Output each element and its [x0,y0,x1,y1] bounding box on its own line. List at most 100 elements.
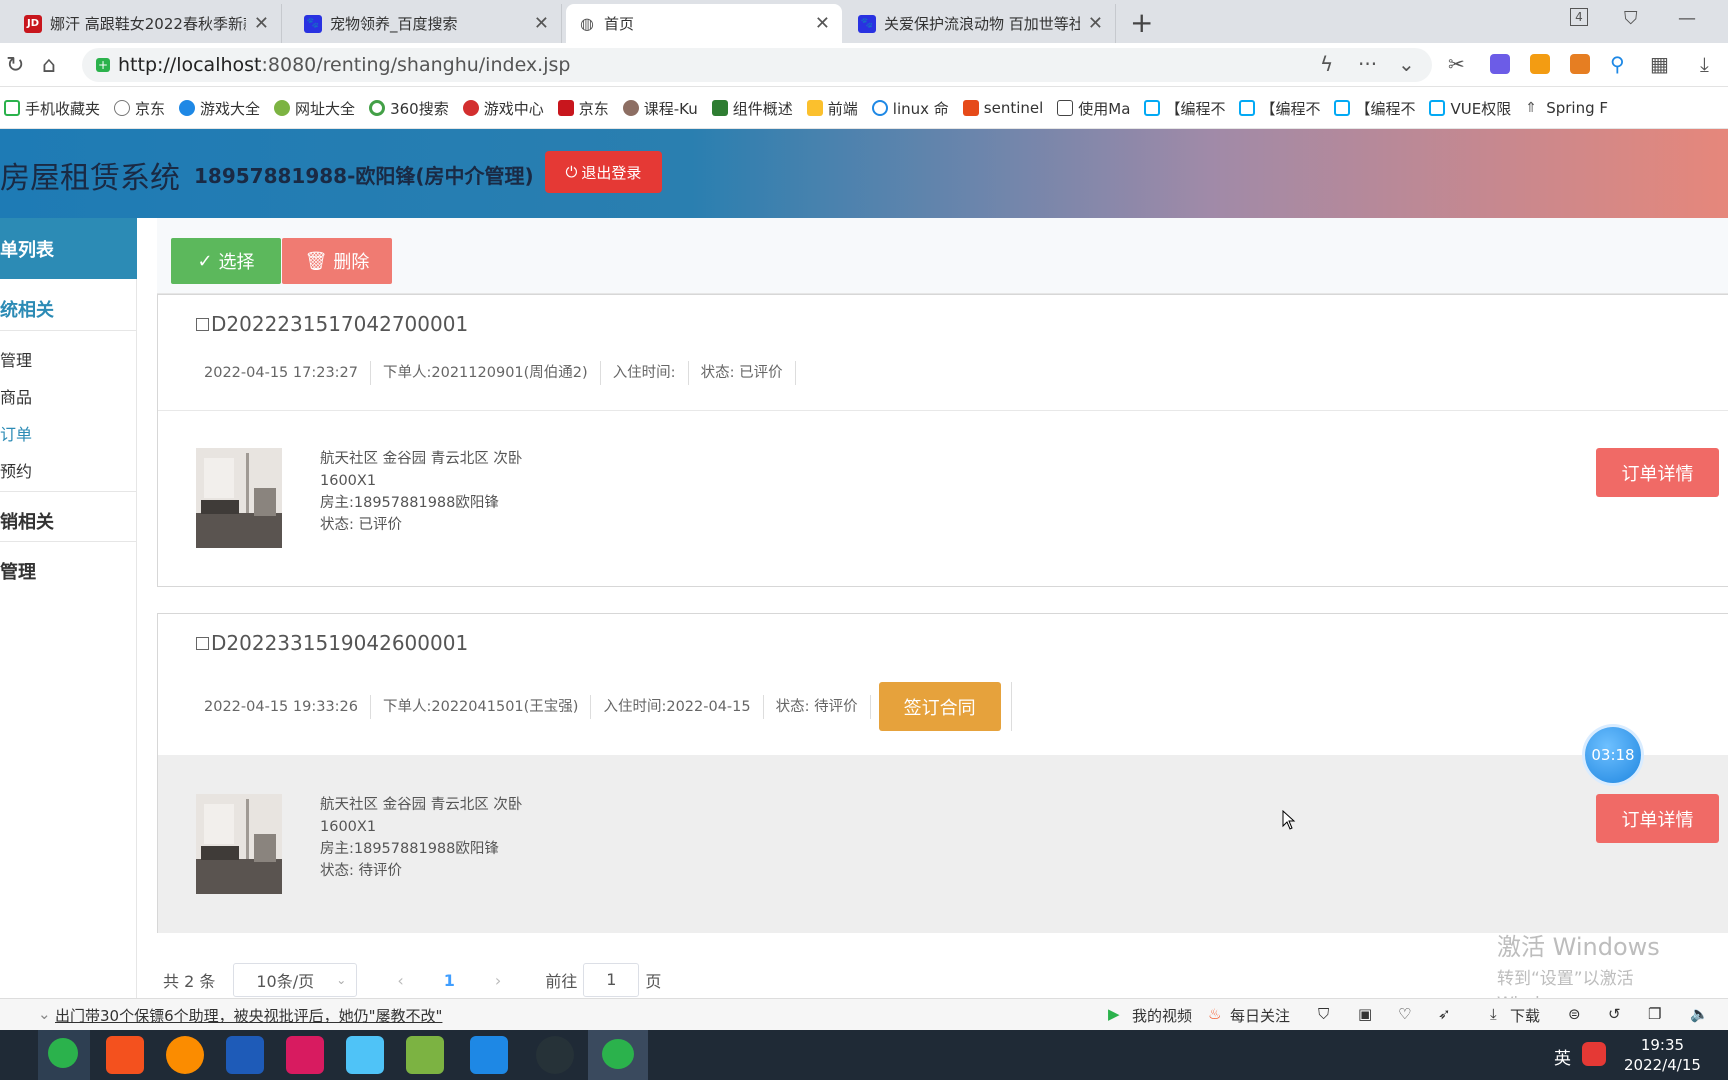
bookmark[interactable]: 360搜索 [369,98,449,119]
window-icon[interactable]: ❐ [1648,1005,1661,1023]
page-size-select[interactable]: 10条/页 ⌄ [233,963,358,997]
bookmark[interactable]: 【编程不 [1144,98,1225,119]
bookmark[interactable]: ⇑ Spring F [1525,99,1608,117]
my-video-link[interactable]: 我的视频 [1132,1005,1192,1026]
close-tab-icon[interactable]: ✕ [534,13,549,34]
order-checkbox[interactable] [196,317,209,331]
download-icon: ⤓ [1490,1005,1497,1023]
order-status: 状态: 已评价 [320,517,402,533]
search-icon[interactable]: ⚲ [1610,52,1625,76]
qq-icon[interactable] [536,1036,574,1074]
house-info: 航天社区 金谷园 青云北区 次卧 1600X1 房主:18957881988欧阳… [320,448,522,536]
home-icon[interactable]: ⌂ [42,53,56,78]
prev-page-icon[interactable]: ‹ [397,971,403,990]
divider [0,541,137,542]
search-app-icon[interactable] [106,1036,144,1074]
bookmark[interactable]: 【编程不 [1239,98,1320,119]
next-page-icon[interactable]: › [495,971,501,990]
close-tab-icon[interactable]: ✕ [254,13,269,34]
sidebar-item[interactable]: 预约 [0,458,32,482]
sidebar-item[interactable]: 商品 [0,384,32,408]
settings-icon[interactable]: ⊜ [1568,1005,1581,1023]
bookmark[interactable]: 京东 [557,98,609,119]
select-button[interactable]: ✓ 选择 [171,238,281,284]
close-tab-icon[interactable]: ✕ [1088,13,1103,34]
translate-icon[interactable] [1490,54,1510,74]
order-detail-button[interactable]: 订单详情 [1596,448,1719,497]
logout-button[interactable]: ⏻ 退出登录 [545,151,662,193]
apps-icon[interactable]: ▦ [1650,52,1669,76]
wechat-taskbar-app[interactable] [588,1030,648,1080]
chevron-down-icon[interactable]: ⌄ [1398,52,1415,76]
download-icon[interactable]: ⤓ [1700,52,1709,76]
delete-button[interactable]: 🗑 删除 [282,238,392,284]
volume-icon[interactable]: 🔈 [1690,1005,1709,1023]
app-icon[interactable] [406,1036,444,1074]
daily-focus-link[interactable]: 每日关注 [1230,1005,1290,1026]
bookmark[interactable]: 手机收藏夹 [4,98,100,119]
goto-page-input[interactable]: 1 [583,963,640,997]
browser-tab[interactable]: JD 娜汗 高跟鞋女2022春秋季新款 ✕ [12,4,282,43]
minimize-button[interactable]: — [1678,8,1696,29]
notepad-icon[interactable] [346,1036,384,1074]
bookmark[interactable]: linux 命 [871,98,949,119]
bookmark[interactable]: 游戏中心 [462,98,544,119]
shirt-icon[interactable]: ⛉ [1624,8,1638,29]
order-checkbox[interactable] [196,636,209,650]
bookmark[interactable]: 京东 [114,98,165,119]
bookmark[interactable]: 【编程不 [1334,98,1415,119]
download-link[interactable]: 下载 [1510,1005,1540,1026]
sidebar-item-orders[interactable]: 订单 [0,421,32,445]
browser-tab[interactable]: 🐾 关爱保护流浪动物 百加世等社 ✕ [846,4,1116,43]
system-clock[interactable]: 19:35 2022/4/15 [1624,1035,1701,1075]
intellij-icon[interactable] [286,1036,324,1074]
order-status-meta: 状态: 待评价 [764,694,871,719]
news-ticker[interactable]: 出门带30个保镖6个助理，被央视批评后，她仍"屡教不改" [55,1005,442,1026]
shield-icon[interactable]: ⛉ [1318,1005,1329,1023]
bookmark[interactable]: 前端 [806,98,858,119]
order-buyer: 下单人:2022041501(王宝强) [371,694,592,719]
heart-icon[interactable]: ♡ [1398,1005,1411,1023]
web-nav-icon [274,100,291,116]
new-tab-button[interactable]: + [1130,6,1153,39]
rocket-icon[interactable]: ➶ [1438,1005,1451,1023]
recording-timer[interactable]: 03:18 [1585,727,1641,783]
order-detail-button[interactable]: 订单详情 [1596,794,1719,843]
url-input[interactable]: + http://localhost:8080/renting/shanghu/… [82,48,1432,82]
feishu-icon[interactable] [470,1036,508,1074]
word-icon[interactable] [226,1036,264,1074]
app-icon[interactable] [166,1036,204,1074]
tab-count-badge[interactable]: 4 [1570,8,1588,26]
sidebar-group[interactable]: 销相关 [0,508,137,534]
shield-icon[interactable] [1530,54,1550,74]
house-info: 航天社区 金谷园 青云北区 次卧 1600X1 房主:18957881988欧阳… [320,794,522,882]
bookmark[interactable]: 使用Ma [1057,98,1130,119]
sign-contract-button[interactable]: 签订合同 [878,682,1001,731]
bookmark[interactable]: 网址大全 [274,98,355,119]
course-icon [622,100,639,116]
lightning-icon[interactable]: ϟ [1320,52,1333,76]
browser-taskbar-app[interactable] [38,1030,90,1080]
bookmark[interactable]: 组件概述 [711,98,793,119]
close-tab-icon[interactable]: ✕ [815,13,830,34]
sidebar-group[interactable]: 管理 [0,558,137,584]
browser-tab[interactable]: 🐾 宠物领养_百度搜索 ✕ [292,4,562,43]
refresh-icon[interactable]: ↻ [6,53,24,78]
image-icon[interactable]: ▣ [1358,1005,1372,1023]
input-method-indicator[interactable]: 英 [1554,1044,1571,1069]
bookmark[interactable]: 游戏大全 [179,98,260,119]
history-icon[interactable]: ↺ [1608,1005,1621,1023]
page-number[interactable]: 1 [444,971,455,990]
sogou-icon[interactable] [1582,1042,1606,1066]
sidebar-item[interactable]: 管理 [0,347,32,371]
browser-tab-active[interactable]: ◍ 首页 ✕ [566,4,842,43]
order-status: 状态: 待评价 [320,863,402,879]
more-icon[interactable]: ··· [1358,52,1377,76]
scissors-icon[interactable]: ✂ [1448,52,1465,76]
game-icon[interactable] [1570,54,1590,74]
sidebar-group[interactable]: 统相关 [0,296,137,322]
bookmark[interactable]: 课程-Ku [622,98,698,119]
game-center-icon [462,100,479,116]
bookmark[interactable]: VUE权限 [1429,98,1511,119]
bookmark[interactable]: sentinel [962,99,1043,117]
